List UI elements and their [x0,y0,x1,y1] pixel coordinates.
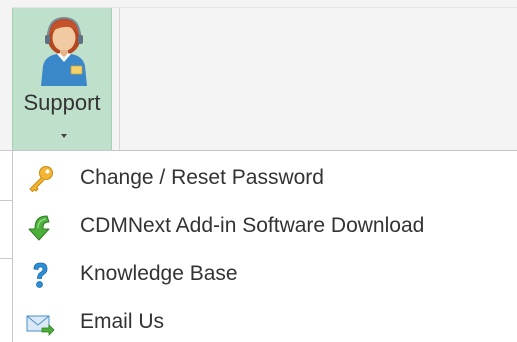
support-button[interactable]: Support [12,8,112,150]
menu-item-label: CDMNext Add-in Software Download [80,214,425,237]
question-mark-icon [33,262,48,288]
menu-item-label: Knowledge Base [80,262,238,285]
left-divider [0,200,12,201]
menu-item-software-download[interactable]: CDMNext Add-in Software Download [13,202,517,250]
left-divider [0,150,12,151]
support-button-label: Support [23,90,101,115]
ribbon-group-divider [119,8,120,150]
menu-item-knowledge-base[interactable]: Knowledge Base [13,250,517,298]
download-arrow-icon [28,215,50,241]
menu-item-label: Email Us [80,310,165,333]
key-icon [29,166,53,192]
email-envelope-icon [26,315,55,336]
left-divider [0,258,12,259]
app-window: Support Change / Reset Password CDMNext … [0,0,517,342]
menu-item-change-reset-password[interactable]: Change / Reset Password [13,154,517,202]
ribbon-bar: Support [0,0,517,150]
ribbon-left-strip [0,0,12,150]
menu-item-label: Change / Reset Password [80,166,324,189]
support-dropdown-menu: Change / Reset Password CDMNext Add-in S… [12,150,517,342]
support-agent-icon [41,16,87,86]
menu-item-email-us[interactable]: Email Us [13,298,517,342]
chevron-down-icon [61,134,67,138]
